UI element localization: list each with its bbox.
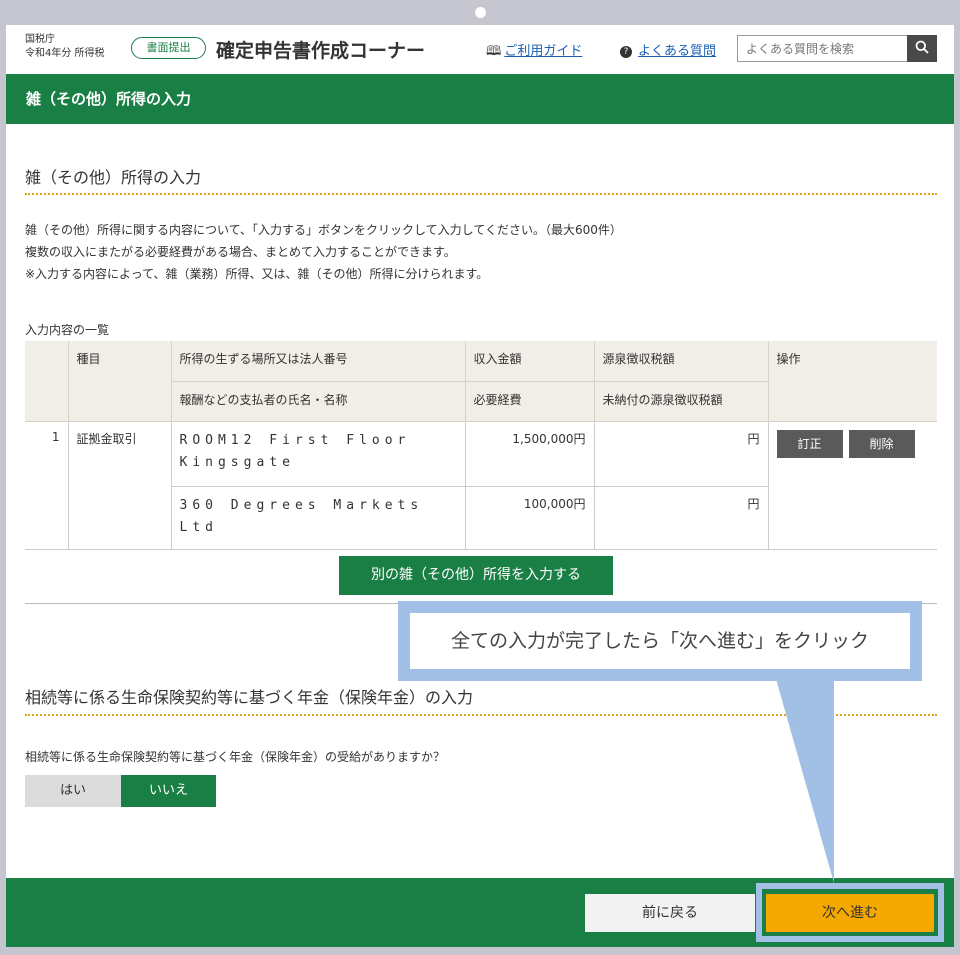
row-number: 1 [25,421,68,550]
row-ops: 訂正 削除 [767,421,937,550]
row-place: ROOM12 First Floor Kingsgate [170,421,465,487]
section-title-insurance-pension: 相続等に係る生命保険契約等に基づく年金（保険年金）の入力 [25,688,474,707]
row-expense: 100,000円 [464,486,594,550]
guide-link[interactable]: 🕮 ご利用ガイド [486,40,582,64]
table-header-row: 種目 所得の生ずる場所又は法人番号 収入金額 源泉徴収税額 操作 [25,341,937,422]
entry-list-label: 入力内容の一覧 [25,323,110,337]
desc-line: 複数の収入にまたがる必要経費がある場合、まとめて入力することができます。 [25,245,456,259]
question-icon: ? [620,46,632,58]
section-divider [25,193,937,195]
col-header-withholding: 源泉徴収税額 [593,341,768,382]
app-window: 国税庁 令和4年分 所得税 書面提出 確定申告書作成コーナー 🕮 ご利用ガイド ?… [6,25,954,947]
pension-no-toggle[interactable]: いいえ [121,775,216,807]
search-icon [915,40,929,54]
instruction-callout: 全ての入力が完了したら「次へ進む」をクリック [398,601,922,681]
col-header-ops: 操作 [767,341,937,422]
pension-question: 相続等に係る生命保険契約等に基づく年金（保険年金）の受給がありますか？ [25,750,446,764]
row-kind: 証拠金取引 [67,421,171,550]
app-title: 確定申告書作成コーナー [216,40,426,62]
tax-year: 令和4年分 所得税 [25,48,105,59]
agency-name: 国税庁 [25,34,55,45]
col-header-place: 所得の生ずる場所又は法人番号 [170,341,465,382]
desc-line: ※入力する内容によって、雑（業務）所得、又は、雑（その他）所得に分けられます。 [25,267,489,281]
top-indicator-dot [475,7,486,18]
faq-link[interactable]: ? よくある質問 [620,40,716,59]
faq-search-input[interactable] [737,35,908,62]
row-payer: 360 Degrees Markets Ltd [170,486,465,550]
pension-yes-toggle[interactable]: はい [25,775,121,807]
row-place-text: ROOM12 First Floor Kingsgate [179,432,411,470]
table-row: 1 証拠金取引 ROOM12 First Floor Kingsgate 1,5… [25,421,937,550]
book-icon: 🕮 [486,44,502,59]
col-header-payer: 報酬などの支払者の氏名・名称 [170,381,465,422]
section-description: 雑（その他）所得に関する内容について、「入力する」ボタンをクリックして入力してく… [25,219,622,285]
back-button[interactable]: 前に戻る [585,894,755,932]
guide-link-label: ご利用ガイド [504,44,583,59]
col-header-income: 収入金額 [464,341,594,382]
faq-link-label: よくある質問 [638,44,717,59]
row-withholding: 円 [593,421,768,487]
next-button[interactable]: 次へ進む [766,894,934,932]
agency-info: 国税庁 令和4年分 所得税 [25,33,105,61]
edit-button[interactable]: 訂正 [776,429,843,458]
entry-table: 種目 所得の生ずる場所又は法人番号 収入金額 源泉徴収税額 操作 報酬などの支払… [25,341,937,550]
col-header-kind: 種目 [67,341,171,422]
row-income: 1,500,000円 [464,421,594,487]
callout-text: 全ての入力が完了したら「次へ進む」をクリック [410,613,910,669]
page-title: 雑（その他）所得の入力 [26,90,192,108]
paper-submission-badge: 書面提出 [131,37,206,59]
row-unpaid-withholding: 円 [593,486,768,550]
col-header-expense: 必要経費 [464,381,594,422]
row-payer-text: 360 Degrees Markets Ltd [179,497,424,535]
col-header-no [25,341,68,422]
desc-line: 雑（その他）所得に関する内容について、「入力する」ボタンをクリックして入力してく… [25,223,622,237]
delete-button[interactable]: 削除 [848,429,915,458]
footer-bar: 前に戻る 次へ進む [6,878,954,947]
page-title-bar: 雑（その他）所得の入力 [6,74,954,124]
section-divider [25,714,937,716]
section-title-misc-income: 雑（その他）所得の入力 [25,168,202,187]
header: 国税庁 令和4年分 所得税 書面提出 確定申告書作成コーナー 🕮 ご利用ガイド ?… [6,25,954,74]
add-another-income-button[interactable]: 別の雑（その他）所得を入力する [339,556,613,595]
col-header-unpaid-withholding: 未納付の源泉徴収税額 [593,381,768,422]
search-button[interactable] [907,35,937,62]
